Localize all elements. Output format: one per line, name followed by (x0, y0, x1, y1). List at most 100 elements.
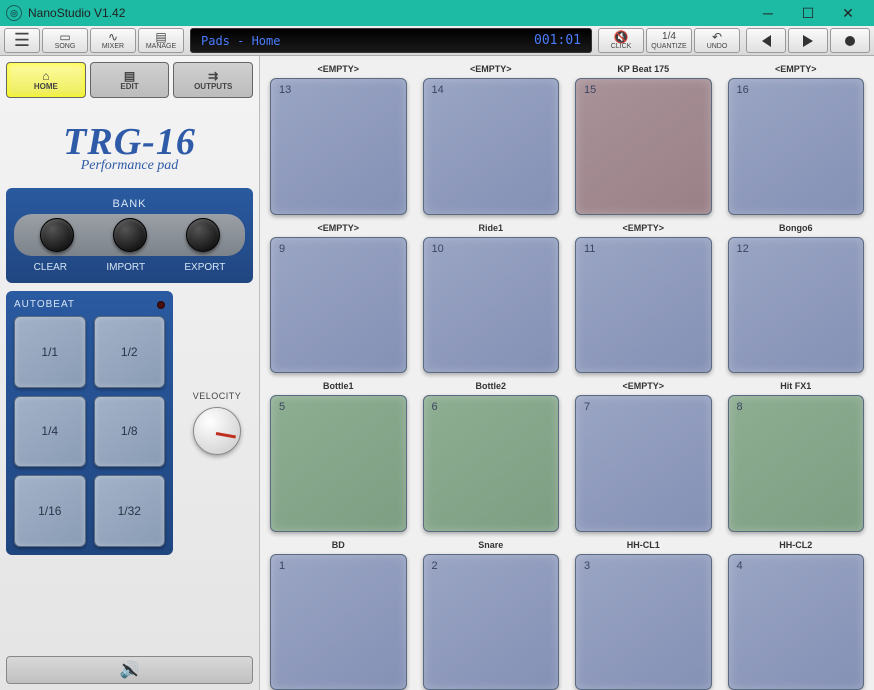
pad-cell: <EMPTY> 9 (270, 223, 407, 374)
pad-number: 7 (584, 401, 590, 413)
drum-pad-11[interactable]: 11 (575, 237, 712, 374)
titlebar: ◎ NanoStudio V1.42 ─ ☐ ✕ (0, 0, 874, 26)
drum-pad-15[interactable]: 15 (575, 78, 712, 215)
pad-cell: Hit FX1 8 (728, 381, 865, 532)
outputs-icon: ⇉ (208, 70, 218, 82)
quantize-value: 1/4 (662, 31, 676, 43)
pad-row: <EMPTY>13<EMPTY>14KP Beat 17515 <EMPTY> 16 (270, 56, 864, 215)
pad-content: <EMPTY>13<EMPTY>14KP Beat 17515<EMPTY>16… (260, 56, 874, 690)
pad-label: HH-CL1 (627, 540, 660, 554)
autobeat-title-row: AUTOBEAT (14, 299, 165, 310)
pad-number: 3 (584, 560, 590, 572)
manage-label: MANAGE (146, 43, 176, 50)
autobeat-pad-1-1[interactable]: 1/1 (14, 316, 86, 388)
drum-pad-16[interactable]: 16 (728, 78, 865, 215)
pad-label: Bottle2 (475, 381, 506, 395)
pad-label: Bottle1 (323, 381, 354, 395)
pad-label: <EMPTY> (317, 223, 359, 237)
pad-rows: <EMPTY>13<EMPTY>14KP Beat 17515<EMPTY>16… (270, 56, 864, 680)
mixer-button[interactable]: ∿ MIXER (90, 28, 136, 53)
velocity-label: VELOCITY (193, 391, 242, 401)
play-button[interactable] (788, 28, 828, 53)
click-label: CLICK (611, 43, 632, 50)
drum-pad-12[interactable]: 12 (728, 237, 865, 374)
click-button[interactable]: 🔇 CLICK (598, 28, 644, 53)
pad-number: 15 (584, 84, 596, 96)
bank-export-knob[interactable] (186, 218, 220, 252)
maximize-button[interactable]: ☐ (788, 2, 828, 24)
pad-cell: Ride110 (423, 223, 560, 374)
pad-cell: <EMPTY>14 (423, 64, 560, 215)
pad-cell: KP Beat 17515 (575, 64, 712, 215)
drum-pad-5[interactable]: 5 (270, 395, 407, 532)
pad-number: 8 (737, 401, 743, 413)
pad-cell: Snare2 (423, 540, 560, 690)
mixer-label: MIXER (102, 43, 124, 50)
close-button[interactable]: ✕ (828, 2, 868, 24)
tab-home[interactable]: ⌂ HOME (6, 62, 86, 98)
mute-button[interactable]: 🔊 (6, 656, 253, 684)
quantize-label: QUANTIZE (651, 43, 686, 50)
drum-pad-1[interactable]: 1 (270, 554, 407, 690)
drum-pad-8[interactable]: 8 (728, 395, 865, 532)
side-tabs: ⌂ HOME ▤ EDIT ⇉ OUTPUTS (6, 62, 253, 98)
pad-number: 4 (737, 560, 743, 572)
undo-button[interactable]: ↶ UNDO (694, 28, 740, 53)
pad-number: 11 (584, 243, 595, 255)
drum-pad-4[interactable]: 4 (728, 554, 865, 690)
pad-cell: <EMPTY> 7 (575, 381, 712, 532)
autobeat-pad-1-16[interactable]: 1/16 (14, 475, 86, 547)
bank-labels: CLEAR IMPORT EXPORT (14, 262, 245, 273)
drum-pad-9[interactable]: 9 (270, 237, 407, 374)
autobeat-velocity-row: AUTOBEAT 1/11/21/41/81/161/32 VELOCITY (6, 291, 253, 555)
pad-number: 6 (432, 401, 438, 413)
lcd-display[interactable]: Pads - Home 001:01 (190, 28, 592, 53)
pad-label: Hit FX1 (780, 381, 811, 395)
tab-home-label: HOME (34, 82, 58, 91)
record-icon (844, 35, 856, 47)
pad-number: 14 (432, 84, 444, 96)
pad-number: 9 (279, 243, 285, 255)
side-panel: ⌂ HOME ▤ EDIT ⇉ OUTPUTS TRG-16 Performan… (0, 56, 260, 690)
pad-label: <EMPTY> (622, 381, 664, 395)
drum-pad-3[interactable]: 3 (575, 554, 712, 690)
pad-cell: Bottle2 6 (423, 381, 560, 532)
drum-pad-13[interactable]: 13 (270, 78, 407, 215)
velocity-panel: VELOCITY (181, 291, 253, 555)
pad-cell: BD1 (270, 540, 407, 690)
pad-cell: <EMPTY>11 (575, 223, 712, 374)
song-button[interactable]: ▭ SONG (42, 28, 88, 53)
menu-button[interactable]: ☰ (4, 28, 40, 53)
manage-button[interactable]: ▤ MANAGE (138, 28, 184, 53)
drum-pad-6[interactable]: 6 (423, 395, 560, 532)
minimize-button[interactable]: ─ (748, 2, 788, 24)
tab-outputs[interactable]: ⇉ OUTPUTS (173, 62, 253, 98)
pad-row: BD1Snare2HH-CL13HH-CL24 (270, 532, 864, 690)
tab-edit[interactable]: ▤ EDIT (90, 62, 170, 98)
app-icon: ◎ (6, 5, 22, 21)
pad-number: 16 (737, 84, 749, 96)
pad-label: BD (332, 540, 345, 554)
drum-pad-2[interactable]: 2 (423, 554, 560, 690)
pad-cell: <EMPTY>13 (270, 64, 407, 215)
drum-pad-14[interactable]: 14 (423, 78, 560, 215)
velocity-knob[interactable] (193, 407, 241, 455)
quantize-button[interactable]: 1/4 QUANTIZE (646, 28, 692, 53)
autobeat-pad-1-2[interactable]: 1/2 (94, 316, 166, 388)
pad-label: <EMPTY> (775, 64, 817, 78)
mixer-icon: ∿ (108, 31, 118, 43)
bank-import-knob[interactable] (113, 218, 147, 252)
bank-clear-knob[interactable] (40, 218, 74, 252)
autobeat-pad-1-8[interactable]: 1/8 (94, 396, 166, 468)
tab-edit-label: EDIT (120, 82, 138, 91)
pad-number: 10 (432, 243, 444, 255)
rewind-button[interactable] (746, 28, 786, 53)
toolbar: ☰ ▭ SONG ∿ MIXER ▤ MANAGE Pads - Home 00… (0, 26, 874, 56)
pad-number: 12 (737, 243, 749, 255)
drum-pad-7[interactable]: 7 (575, 395, 712, 532)
autobeat-pad-1-4[interactable]: 1/4 (14, 396, 86, 468)
drum-pad-10[interactable]: 10 (423, 237, 560, 374)
record-button[interactable] (830, 28, 870, 53)
autobeat-panel: AUTOBEAT 1/11/21/41/81/161/32 (6, 291, 173, 555)
autobeat-pad-1-32[interactable]: 1/32 (94, 475, 166, 547)
